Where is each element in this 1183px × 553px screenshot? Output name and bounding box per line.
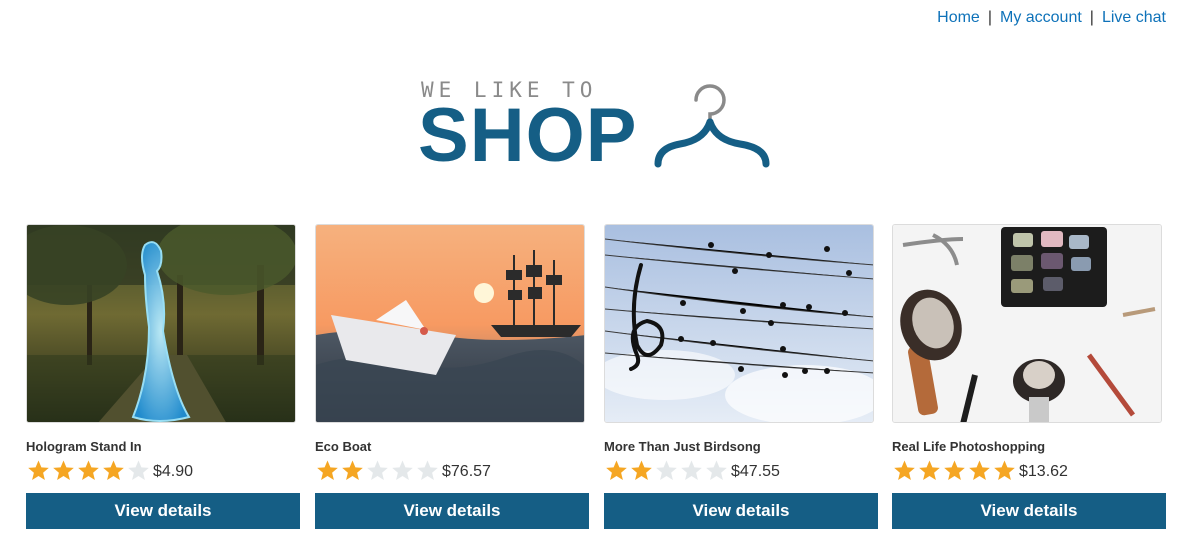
product-card: Real Life Photoshopping $13.62 View deta… [892, 224, 1166, 529]
star-empty-icon [367, 460, 388, 480]
star-filled-icon [606, 460, 627, 480]
nav-separator: | [987, 9, 992, 26]
product-name: Eco Boat [315, 439, 372, 454]
star-filled-icon [78, 460, 99, 480]
star-empty-icon [681, 460, 702, 480]
hanger-icon [654, 84, 770, 168]
product-name: Hologram Stand In [26, 439, 142, 454]
star-filled-icon [342, 460, 363, 480]
star-filled-icon [994, 460, 1015, 480]
product-card: More Than Just Birdsong $47.55 View deta… [604, 224, 878, 529]
product-image[interactable] [315, 224, 585, 423]
product-price: $47.55 [731, 463, 780, 480]
star-empty-icon [392, 460, 413, 480]
star-rating [604, 459, 729, 481]
top-navigation: Home | My account | Live chat [937, 9, 1166, 27]
star-filled-icon [317, 460, 338, 480]
my-account-link[interactable]: My account [1000, 9, 1082, 26]
view-details-button[interactable]: View details [892, 493, 1166, 529]
star-filled-icon [28, 460, 49, 480]
product-price: $13.62 [1019, 463, 1068, 480]
logo-wordmark: SHOP [418, 93, 638, 178]
star-empty-icon [706, 460, 727, 480]
product-name: Real Life Photoshopping [892, 439, 1046, 454]
product-price: $76.57 [442, 463, 491, 480]
product-image[interactable] [26, 224, 296, 423]
product-card: Eco Boat $76.57 View details [315, 224, 589, 529]
star-filled-icon [944, 460, 965, 480]
view-details-button[interactable]: View details [26, 493, 300, 529]
site-logo[interactable]: WE LIKE TO SHOP [418, 72, 778, 182]
product-image[interactable] [892, 224, 1162, 423]
star-rating [315, 459, 440, 481]
star-empty-icon [417, 460, 438, 480]
star-filled-icon [53, 460, 74, 480]
star-filled-icon [103, 460, 124, 480]
product-image[interactable] [604, 224, 874, 423]
home-link[interactable]: Home [937, 9, 980, 26]
star-filled-icon [894, 460, 915, 480]
star-filled-icon [969, 460, 990, 480]
product-price: $4.90 [153, 463, 194, 480]
star-filled-icon [631, 460, 652, 480]
view-details-button[interactable]: View details [315, 493, 589, 529]
nav-separator: | [1089, 9, 1094, 26]
product-card: Hologram Stand In $4.90 View details [26, 224, 300, 529]
star-empty-icon [128, 460, 149, 480]
star-filled-icon [919, 460, 940, 480]
live-chat-link[interactable]: Live chat [1102, 9, 1166, 26]
star-rating [26, 459, 151, 481]
view-details-button[interactable]: View details [604, 493, 878, 529]
star-rating [892, 459, 1017, 481]
star-empty-icon [656, 460, 677, 480]
product-name: More Than Just Birdsong [604, 439, 761, 454]
